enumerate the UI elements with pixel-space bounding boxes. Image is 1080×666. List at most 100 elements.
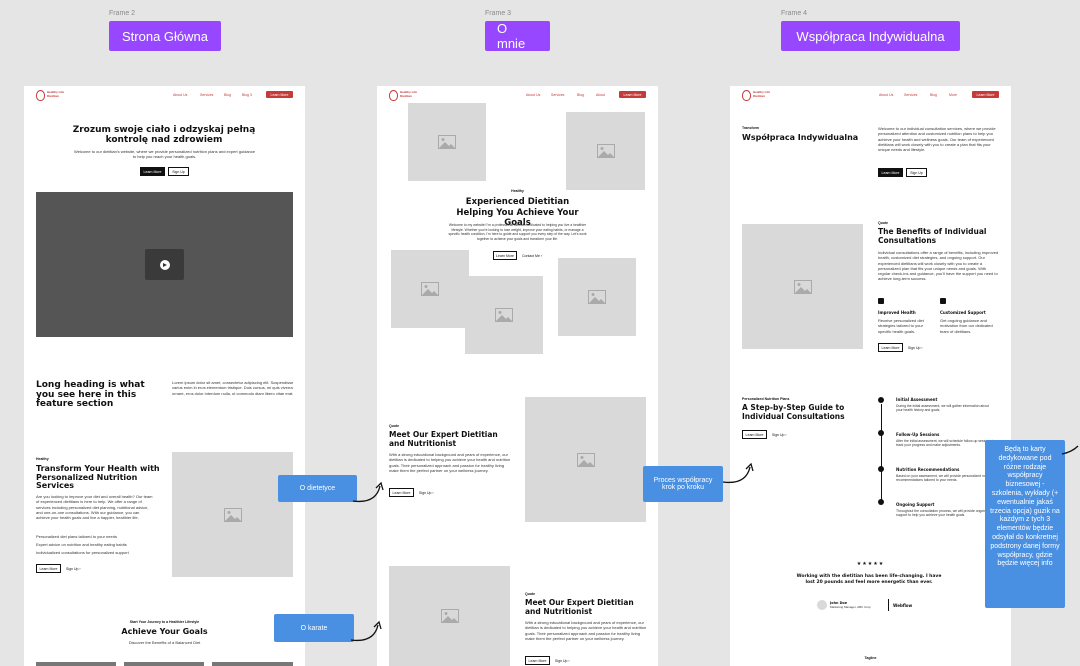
nav-cta-button[interactable]: Learn More	[619, 91, 646, 98]
nav-link[interactable]: About Us	[526, 93, 540, 97]
image-placeholder	[566, 112, 645, 190]
bullet-item: Expert advice on nutrition and healthy e…	[36, 542, 127, 547]
meet-text: With a strong educational background and…	[389, 452, 511, 473]
nav-link[interactable]: Blog	[224, 93, 231, 97]
image-placeholder	[465, 276, 543, 354]
step-icon	[878, 466, 884, 472]
sign-up-link[interactable]: Sign Up ›	[908, 346, 923, 350]
contact-link[interactable]: Contact Me ›	[522, 254, 542, 258]
sign-up-button[interactable]: Sign Up	[906, 168, 927, 177]
image-placeholder	[558, 258, 636, 336]
quote-tag: Quote	[525, 592, 536, 596]
nav-link[interactable]: About Us	[879, 93, 893, 97]
hero-secondary-button[interactable]: Sign Up	[168, 167, 189, 176]
step-title: Follow-Up Sessions	[896, 432, 940, 437]
navbar: Healthy Life Dietitian About Us Services…	[730, 86, 1011, 106]
benefits-title: The Benefits of Individual Consultations	[878, 227, 987, 245]
logo-icon	[742, 90, 751, 101]
steps-title: A Step-by-Step Guide to Individual Consu…	[742, 403, 845, 421]
nav-cta-button[interactable]: Learn More	[972, 91, 999, 98]
sign-up-link[interactable]: Sign Up ›	[66, 567, 81, 571]
tagline: Tagline	[864, 656, 877, 660]
arrow-icon	[722, 462, 754, 484]
feature-title: Customized Support	[940, 310, 986, 315]
sign-up-link[interactable]: Sign Up ›	[772, 433, 787, 437]
frame-label-2: Frame 3	[485, 10, 512, 17]
nav-link[interactable]: About	[596, 93, 605, 97]
frame-title-o-mnie[interactable]: O mnie	[485, 21, 550, 51]
learn-more-button[interactable]: Learn More	[878, 168, 903, 177]
video-placeholder[interactable]	[36, 192, 293, 337]
hero-primary-button[interactable]: Learn More	[140, 167, 165, 176]
step-text: After the initial assessment, we will sc…	[896, 439, 996, 448]
about-text: Welcome to my website! I'm a professiona…	[448, 223, 587, 241]
plans-tag: Personalized Nutrition Plans	[742, 397, 790, 401]
learn-more-button[interactable]: Learn More	[525, 656, 550, 665]
annotation-note[interactable]: Będą to karty dedykowane pod różne rodza…	[985, 440, 1065, 608]
image-icon	[438, 135, 456, 149]
bullet-item: Individualized consultations for persona…	[36, 550, 129, 555]
step-text: Based on your assessment, we will provid…	[896, 474, 995, 483]
sign-up-link[interactable]: Sign Up ›	[555, 659, 570, 663]
goals-title: Achieve Your Goals	[121, 627, 208, 636]
frame-wspolpraca: Healthy Life Dietitian About Us Services…	[730, 86, 1011, 666]
image-placeholder	[408, 103, 486, 181]
image-placeholder	[391, 250, 469, 328]
arrow-icon	[1061, 445, 1079, 455]
nav-link[interactable]: Blog	[577, 93, 584, 97]
testimonial-quote: Working with the dietitian has been life…	[796, 574, 942, 585]
learn-more-button[interactable]: Learn More	[389, 488, 414, 497]
image-placeholder	[172, 452, 293, 577]
bullet-item: Personalized diet plans tailored to your…	[36, 534, 117, 539]
frame-strona-glowna: Healthy Life Dietitian About Us Services…	[24, 86, 305, 666]
nav-link[interactable]: Services	[551, 93, 564, 97]
frame-title-wspolpraca[interactable]: Współpraca Indywidualna	[781, 21, 960, 51]
avatar	[817, 600, 827, 610]
image-icon	[421, 282, 439, 296]
frame-title-strona-glowna[interactable]: Strona Główna	[109, 21, 221, 51]
annotation-o-karate[interactable]: O karate	[274, 614, 354, 642]
transform-text: Are you looking to improve your diet and…	[36, 494, 153, 521]
goals-subtitle: Discover the Benefits of a Balanced Diet	[128, 640, 201, 645]
logo-icon	[36, 90, 45, 101]
step-icon	[878, 499, 884, 505]
logo-icon	[389, 90, 398, 101]
section-tag: Healthy	[511, 189, 524, 193]
transform-title: Transform Your Health with Personalized …	[36, 464, 160, 490]
nav-link[interactable]: Services	[200, 93, 213, 97]
nav-cta-button[interactable]: Learn More	[266, 91, 293, 98]
cube-icon	[878, 298, 884, 304]
play-button[interactable]	[145, 249, 184, 280]
learn-more-button[interactable]: Learn More	[36, 564, 61, 573]
logo-text: Healthy Life Dietitian	[400, 90, 418, 98]
learn-more-button[interactable]: Learn More	[742, 430, 767, 439]
frame-label-3: Frame 4	[781, 10, 808, 17]
frame-label-1: Frame 2	[109, 10, 136, 17]
learn-more-button[interactable]: Learn More	[878, 343, 903, 352]
rating-stars: ★★★★★	[856, 561, 885, 567]
annotation-proces[interactable]: Proces współpracy krok po kroku	[643, 466, 723, 502]
image-placeholder	[389, 566, 510, 666]
arrow-icon	[350, 620, 382, 642]
annotation-o-dietetyce[interactable]: O dietetyce	[278, 475, 357, 502]
cube-icon	[940, 298, 946, 304]
step-text: During the initial assessment, we will g…	[896, 404, 989, 413]
meet-title: Meet Our Expert Dietitian and Nutritioni…	[525, 598, 634, 616]
feature-text: Get ongoing guidance and motivation from…	[940, 318, 993, 334]
section-tag: Transform	[742, 126, 760, 130]
step-title: Initial Assessment	[896, 397, 938, 402]
nav-link[interactable]: Blog 3	[242, 93, 252, 97]
learn-more-button[interactable]: Learn More	[493, 251, 517, 260]
arrow-icon	[352, 481, 384, 503]
benefits-text: Individual consultations offer a range o…	[878, 250, 999, 282]
image-icon	[596, 144, 615, 158]
nav-link[interactable]: About Us	[173, 93, 187, 97]
section-tag: Healthy	[36, 457, 49, 461]
intro-text: Welcome to our individual consultation s…	[878, 126, 996, 153]
hero-title: Zrozum swoje ciało i odzyskaj pełną kont…	[72, 125, 256, 145]
meet-title: Meet Our Expert Dietitian and Nutritioni…	[389, 430, 498, 448]
nav-link[interactable]: Blog	[930, 93, 937, 97]
nav-link[interactable]: More	[949, 93, 957, 97]
nav-link[interactable]: Services	[904, 93, 917, 97]
sign-up-link[interactable]: Sign Up ›	[419, 491, 434, 495]
